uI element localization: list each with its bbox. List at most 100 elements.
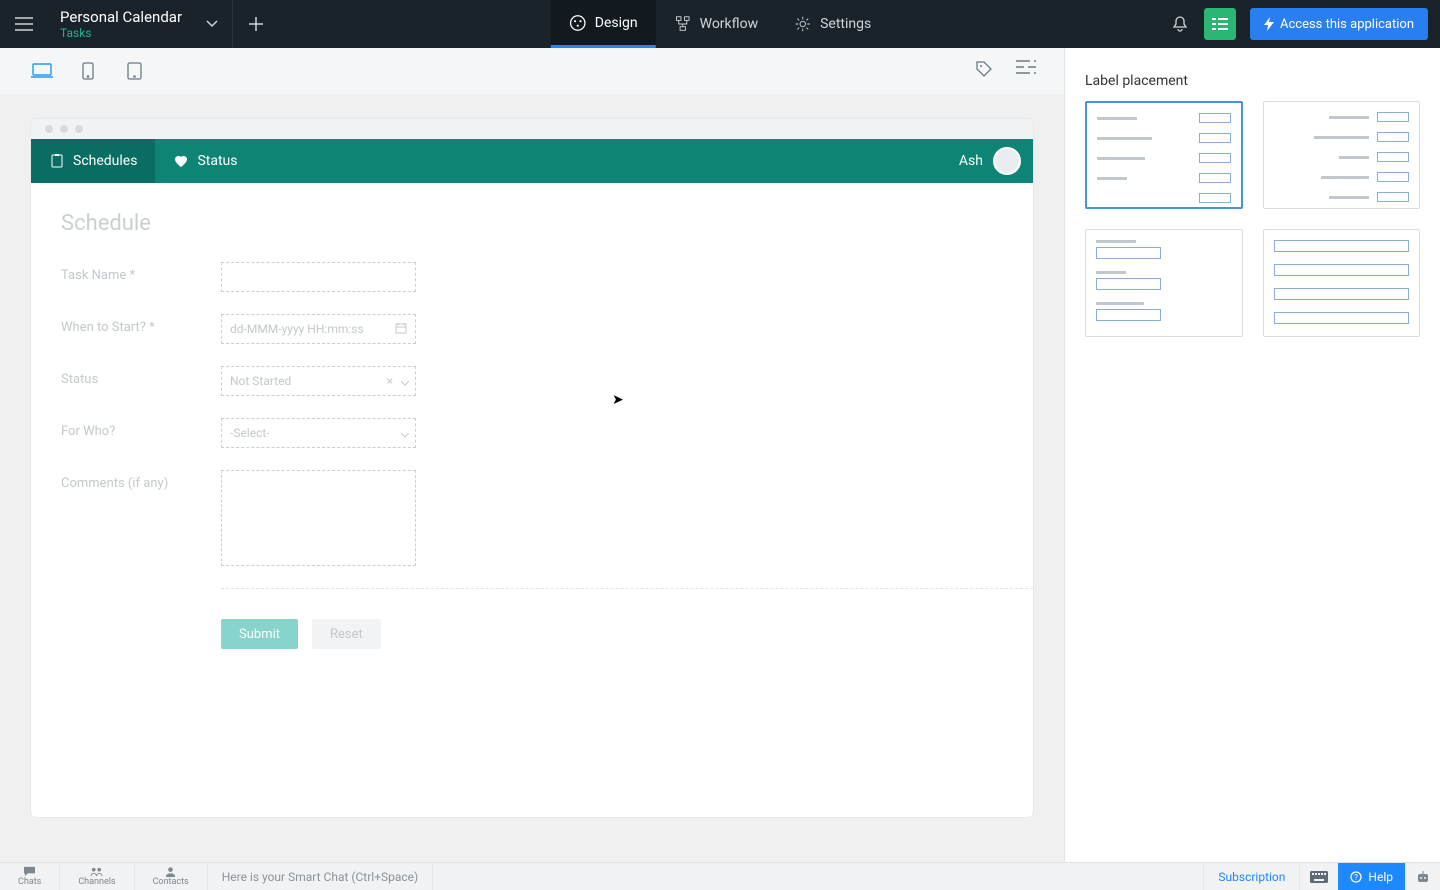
- clear-icon[interactable]: ×: [387, 374, 393, 388]
- window-dot: [60, 125, 68, 133]
- bell-icon: [1171, 15, 1189, 33]
- keyboard-button[interactable]: [1299, 863, 1338, 890]
- list-icon: [1212, 18, 1228, 30]
- chat-icon: [23, 866, 36, 877]
- hamburger-icon: [15, 17, 33, 31]
- add-button[interactable]: [232, 0, 278, 48]
- submit-label: Submit: [239, 627, 280, 642]
- device-tablet[interactable]: [120, 57, 148, 85]
- form-title: Schedule: [61, 211, 1003, 236]
- hamburger-menu[interactable]: [0, 0, 48, 48]
- notifications-button[interactable]: [1170, 14, 1190, 34]
- tag-tool[interactable]: [974, 59, 994, 83]
- subscription-label: Subscription: [1218, 870, 1285, 884]
- preview-tab-status-label: Status: [197, 153, 237, 169]
- bb-contacts[interactable]: Contacts: [135, 863, 208, 890]
- chevron-down-icon: [401, 428, 409, 442]
- submit-button[interactable]: Submit: [221, 619, 298, 649]
- status-label: Status: [61, 366, 221, 387]
- preview-user-name: Ash: [959, 153, 983, 169]
- form-area: Schedule Task Name * When to Start? * dd…: [31, 183, 1033, 677]
- for-who-select[interactable]: -Select-: [221, 418, 416, 448]
- tab-design-label: Design: [595, 15, 638, 31]
- tab-workflow[interactable]: Workflow: [656, 0, 777, 48]
- bot-icon: [1416, 870, 1430, 884]
- app-title: Personal Calendar: [60, 8, 182, 26]
- desktop-icon: [31, 63, 53, 79]
- mobile-icon: [82, 62, 94, 80]
- window-titlebar: [31, 119, 1033, 139]
- preview-app-header: Schedules Status Ash: [31, 139, 1033, 183]
- help-button[interactable]: ? Help: [1338, 863, 1405, 890]
- chevron-down-icon: [401, 376, 409, 390]
- bb-channels[interactable]: Channels: [60, 863, 134, 890]
- bolt-icon: [1264, 17, 1274, 31]
- layout-tool[interactable]: [1016, 59, 1036, 83]
- label-placement-top-single[interactable]: [1085, 229, 1243, 337]
- when-label: When to Start? *: [61, 314, 221, 335]
- status-value: Not Started: [230, 374, 291, 388]
- svg-text:?: ?: [1355, 873, 1359, 882]
- tab-design[interactable]: Design: [551, 0, 656, 48]
- comments-label: Comments (if any): [61, 470, 221, 491]
- comments-textarea[interactable]: [221, 470, 416, 566]
- smart-chat-placeholder: Here is your Smart Chat (Ctrl+Space): [222, 870, 419, 884]
- channels-icon: [90, 866, 103, 877]
- label-placement-heading: Label placement: [1085, 73, 1420, 89]
- label-placement-right[interactable]: [1263, 101, 1421, 209]
- avatar[interactable]: [993, 147, 1021, 175]
- reset-button[interactable]: Reset: [312, 619, 381, 649]
- contacts-icon: [164, 866, 177, 877]
- bot-button[interactable]: [1405, 863, 1440, 890]
- clipboard-icon: [49, 153, 65, 169]
- access-application-button[interactable]: Access this application: [1250, 8, 1428, 40]
- tab-settings-label: Settings: [820, 16, 871, 32]
- preview-tab-schedules-label: Schedules: [73, 153, 137, 169]
- preview-tab-status[interactable]: Status: [155, 139, 255, 183]
- help-label: Help: [1368, 870, 1393, 884]
- device-desktop[interactable]: [28, 57, 56, 85]
- tablet-icon: [127, 62, 142, 80]
- keyboard-icon: [1310, 871, 1328, 883]
- device-toolbar: [0, 48, 1064, 94]
- help-icon: ?: [1350, 871, 1362, 883]
- window-dot: [45, 125, 53, 133]
- app-title-block[interactable]: Personal Calendar Tasks: [48, 0, 192, 48]
- tag-icon: [974, 59, 994, 79]
- label-placement-left[interactable]: [1085, 101, 1243, 209]
- theme-button[interactable]: [1204, 8, 1236, 40]
- canvas-column: Schedules Status Ash Schedule Task Name …: [0, 48, 1064, 862]
- layout-icon: [1016, 59, 1036, 75]
- topbar: Personal Calendar Tasks Design Workflow …: [0, 0, 1440, 48]
- task-name-input[interactable]: [221, 262, 416, 292]
- for-who-value: -Select-: [230, 426, 270, 440]
- bb-contacts-label: Contacts: [153, 877, 189, 887]
- reset-label: Reset: [330, 627, 363, 642]
- smart-chat-input[interactable]: Here is your Smart Chat (Ctrl+Space): [208, 863, 434, 890]
- bb-chats-label: Chats: [18, 877, 41, 887]
- chevron-down-icon: [206, 20, 218, 28]
- preview-tab-schedules[interactable]: Schedules: [31, 139, 155, 183]
- settings-icon: [794, 15, 812, 33]
- access-label: Access this application: [1280, 17, 1414, 32]
- subscription-link[interactable]: Subscription: [1203, 863, 1299, 890]
- label-placement-top-full[interactable]: [1263, 229, 1421, 337]
- for-who-label: For Who?: [61, 418, 221, 439]
- when-input[interactable]: dd-MMM-yyyy HH:mm:ss: [221, 314, 416, 344]
- workflow-icon: [674, 15, 692, 33]
- cursor-icon: ➤: [612, 392, 624, 408]
- window-dot: [75, 125, 83, 133]
- preview-frame: Schedules Status Ash Schedule Task Name …: [30, 118, 1034, 818]
- device-mobile[interactable]: [74, 57, 102, 85]
- heart-icon: [173, 153, 189, 169]
- when-placeholder: dd-MMM-yyyy HH:mm:ss: [230, 322, 364, 336]
- app-switcher[interactable]: [192, 0, 232, 48]
- status-select[interactable]: Not Started ×: [221, 366, 416, 396]
- calendar-icon: [395, 322, 407, 337]
- bb-channels-label: Channels: [78, 877, 115, 887]
- plus-icon: [249, 17, 263, 31]
- bottombar: Chats Channels Contacts Here is your Sma…: [0, 862, 1440, 890]
- bb-chats[interactable]: Chats: [0, 863, 60, 890]
- app-subtitle: Tasks: [60, 26, 182, 40]
- tab-settings[interactable]: Settings: [776, 0, 889, 48]
